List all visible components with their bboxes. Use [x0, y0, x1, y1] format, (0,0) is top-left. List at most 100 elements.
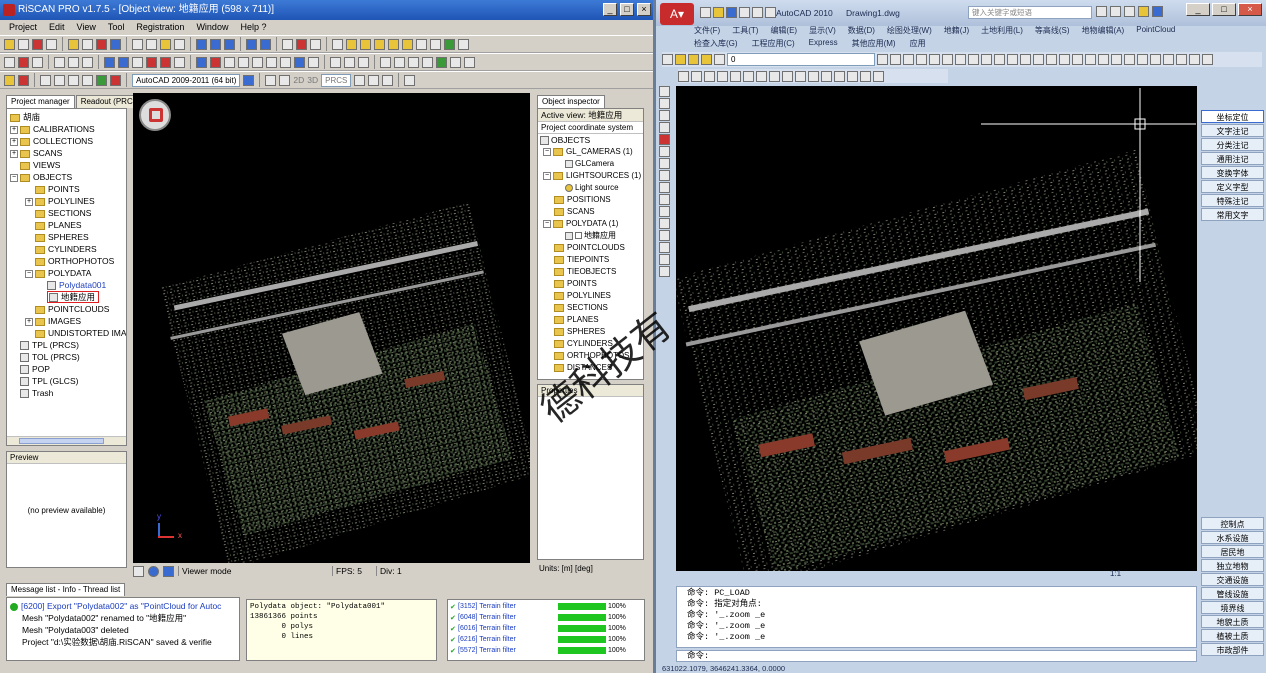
menu-edit[interactable]: 编辑(E): [770, 25, 797, 37]
drawing-area[interactable]: 1:1: [676, 86, 1197, 578]
tab-messages[interactable]: Message list - Info - Thread list: [6, 583, 126, 596]
command-input[interactable]: 命令:: [676, 650, 1197, 662]
tool-icon[interactable]: [916, 54, 927, 65]
tool-icon[interactable]: [160, 56, 171, 68]
insp-polydata[interactable]: − POLYDATA (1): [540, 218, 643, 230]
tool-icon[interactable]: [310, 38, 321, 50]
tool-icon[interactable]: [662, 54, 673, 65]
insp-polylines[interactable]: POLYLINES: [540, 290, 643, 302]
tool-icon[interactable]: [659, 254, 670, 265]
palette-item[interactable]: 常用文字: [1201, 208, 1264, 221]
tool-icon[interactable]: [344, 56, 355, 68]
tool-icon[interactable]: [32, 56, 43, 68]
menu-engineering[interactable]: 工程应用(C): [752, 38, 795, 50]
menu-project[interactable]: Project: [4, 20, 42, 35]
tree-item-collections[interactable]: + COLLECTIONS: [10, 135, 126, 147]
menu-contour[interactable]: 等高线(S): [1035, 25, 1070, 37]
import-icon[interactable]: [82, 38, 93, 50]
tool-icon[interactable]: [659, 182, 670, 193]
tool-icon[interactable]: [704, 70, 715, 82]
tree-item-cadastral[interactable]: 地籍应用: [10, 291, 126, 304]
tool-icon[interactable]: [1137, 54, 1148, 65]
search-input[interactable]: 键入关键字或短语: [968, 6, 1092, 19]
scroll-thumb[interactable]: [19, 438, 104, 444]
save-icon[interactable]: [726, 7, 737, 18]
folder-icon[interactable]: [388, 38, 399, 50]
plugin-icon[interactable]: [110, 38, 121, 50]
tool-icon[interactable]: [174, 38, 185, 50]
tool-icon[interactable]: [808, 70, 819, 82]
tree-item-images[interactable]: + IMAGES: [10, 315, 126, 327]
tool-icon[interactable]: [717, 70, 728, 82]
insp-tieobjects[interactable]: TIEOBJECTS: [540, 266, 643, 278]
palette-item[interactable]: 定义字型: [1201, 180, 1264, 193]
arrow-left-icon[interactable]: [246, 38, 257, 50]
tool-icon[interactable]: [877, 54, 888, 65]
insp-objects[interactable]: OBJECTS: [540, 134, 643, 146]
menu-help[interactable]: Help ?: [235, 20, 271, 35]
tool-icon[interactable]: [82, 74, 93, 86]
palette-item[interactable]: 独立地物: [1201, 559, 1264, 572]
tool-icon[interactable]: [860, 70, 871, 82]
tool-icon[interactable]: [354, 74, 366, 86]
tree-root[interactable]: 胡庙: [10, 111, 126, 123]
insp-distances[interactable]: DISTANCES: [540, 362, 643, 374]
tool-icon[interactable]: [422, 56, 433, 68]
menu-feature-edit[interactable]: 地物编辑(A): [1082, 25, 1125, 37]
menu-apply[interactable]: 应用: [910, 38, 926, 50]
tab-object-inspector[interactable]: Object inspector: [537, 95, 605, 108]
search-icon[interactable]: [1096, 6, 1107, 17]
folder-icon[interactable]: [402, 38, 413, 50]
tree-item-sections[interactable]: SECTIONS: [10, 207, 126, 219]
tree-item-polydata[interactable]: − POLYDATA: [10, 267, 126, 279]
palette-item[interactable]: 市政部件: [1201, 643, 1264, 656]
menu-data[interactable]: 数据(D): [848, 25, 875, 37]
tool-icon[interactable]: [238, 56, 249, 68]
view-3d-button[interactable]: 3D: [307, 75, 318, 85]
window-icon[interactable]: [210, 38, 221, 50]
tool-icon[interactable]: [659, 98, 670, 109]
tool-icon[interactable]: [847, 70, 858, 82]
tool-icon[interactable]: [743, 70, 754, 82]
tool-icon[interactable]: [436, 56, 447, 68]
autocad-logo-icon[interactable]: A▾: [660, 3, 694, 25]
tool-icon[interactable]: [834, 70, 845, 82]
tool-icon[interactable]: [18, 74, 29, 86]
tool-icon[interactable]: [296, 38, 307, 50]
tree-item-views[interactable]: VIEWS: [10, 159, 126, 171]
stop-icon[interactable]: [96, 38, 107, 50]
tool-icon[interactable]: [252, 56, 263, 68]
tool-icon[interactable]: [903, 54, 914, 65]
menu-registration[interactable]: Registration: [131, 20, 189, 35]
tree-item-cylinders[interactable]: CYLINDERS: [10, 243, 126, 255]
tool-icon[interactable]: [730, 70, 741, 82]
new-project-icon[interactable]: [4, 38, 15, 50]
tool-icon[interactable]: [40, 74, 51, 86]
layer-icon[interactable]: [701, 54, 712, 65]
tool-icon[interactable]: [929, 54, 940, 65]
palette-item[interactable]: 控制点: [1201, 517, 1264, 530]
menu-tools[interactable]: 工具(T): [732, 25, 758, 37]
tool-icon[interactable]: [132, 38, 143, 50]
close-button[interactable]: ×: [1238, 3, 1262, 16]
menu-view[interactable]: View: [72, 20, 101, 35]
message-item[interactable]: [6200] Export "Polydata002" as "PointClo…: [10, 600, 239, 612]
tool-icon[interactable]: [146, 56, 157, 68]
tool-icon[interactable]: [96, 74, 107, 86]
tool-icon[interactable]: [795, 70, 806, 82]
tool-icon[interactable]: [890, 54, 901, 65]
insp-glcamera[interactable]: GLCamera: [540, 158, 643, 170]
tool-icon[interactable]: [659, 146, 670, 157]
tool-icon[interactable]: [1176, 54, 1187, 65]
tree-item-planes[interactable]: PLANES: [10, 219, 126, 231]
open-icon[interactable]: [18, 38, 29, 50]
tool-icon[interactable]: [1007, 54, 1018, 65]
menu-file[interactable]: 文件(F): [694, 25, 720, 37]
tool-icon[interactable]: [769, 70, 780, 82]
tree-item-undistorted[interactable]: UNDISTORTED IMA: [10, 327, 126, 339]
tool-icon[interactable]: [118, 56, 129, 68]
palette-item[interactable]: 居民地: [1201, 545, 1264, 558]
new-icon[interactable]: [700, 7, 711, 18]
tree-item-tpl-glcs[interactable]: TPL (GLCS): [10, 375, 126, 387]
tool-icon[interactable]: [280, 56, 291, 68]
